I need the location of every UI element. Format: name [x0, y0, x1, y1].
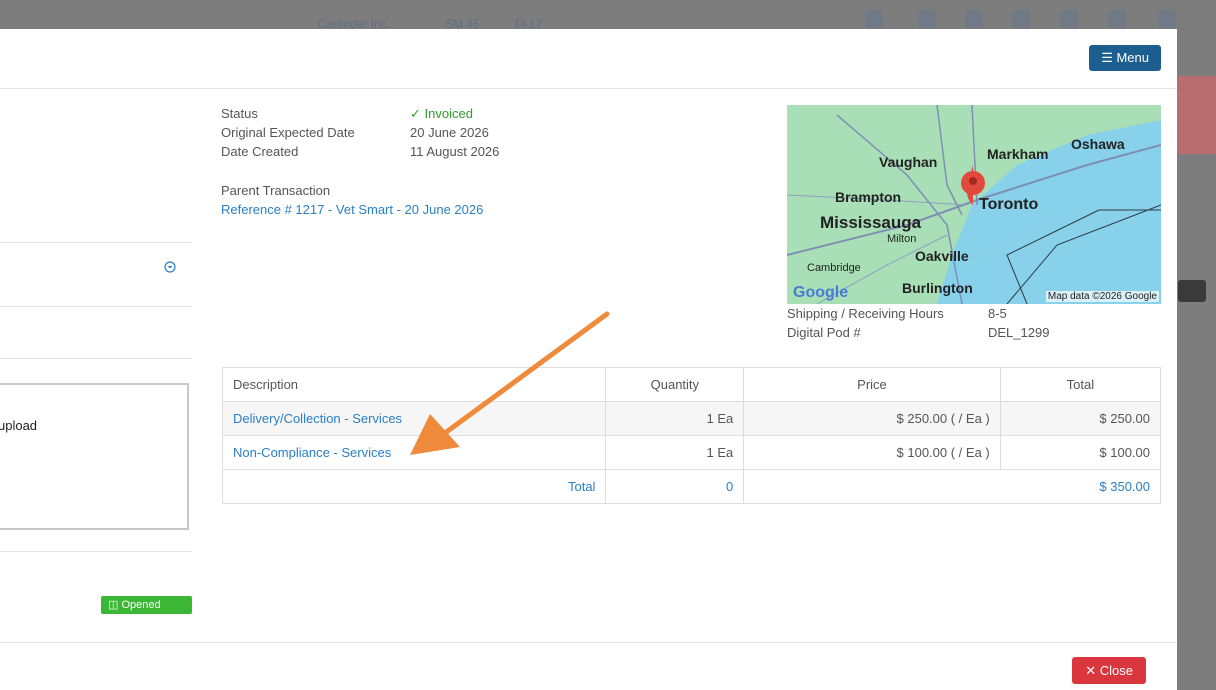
parent-transaction-link[interactable]: Reference # 1217 - Vet Smart - 20 June 2… [221, 202, 483, 217]
header-quantity: Quantity [605, 367, 745, 402]
background-search-icon [1060, 10, 1078, 28]
status-text: Invoiced [424, 106, 473, 121]
section-divider [0, 358, 192, 359]
row-price: $ 100.00 ( / Ea ) [743, 435, 1001, 470]
status-value: ✓ Invoiced [410, 106, 473, 122]
opened-badge-label: Opened [121, 599, 161, 611]
check-icon: ✓ [410, 106, 421, 121]
row-quantity: 1 Ea [605, 435, 745, 470]
map-label-oakville: Oakville [915, 248, 969, 264]
row-price: $ 250.00 ( / Ea ) [743, 401, 1001, 436]
map-label-brampton: Brampton [835, 189, 902, 205]
header-description: Description [221, 367, 607, 402]
row-description-cell: Non-Compliance - Services [221, 435, 607, 470]
table-row: Delivery/Collection - Services 1 Ea $ 25… [221, 401, 1162, 436]
footer-total-label: Total [221, 469, 607, 504]
map-label-markham: Markham [987, 146, 1049, 162]
background-globe-icon [918, 10, 936, 28]
row-total: $ 100.00 [999, 435, 1162, 470]
row-quantity: 1 Ea [605, 401, 745, 436]
section-divider [0, 551, 192, 552]
parent-transaction-label: Parent Transaction [221, 183, 331, 198]
map-label-mississauga: Mississauga [820, 213, 922, 232]
background-alert-panel [1176, 76, 1216, 154]
background-calendar-icon [965, 10, 983, 28]
header-total: Total [999, 367, 1162, 402]
opened-status-badge: ◫ Opened [101, 596, 192, 614]
map-label-milton: Milton [887, 233, 917, 245]
pod-label: Digital Pod # [787, 325, 861, 340]
menu-button-label: Menu [1116, 50, 1149, 65]
pod-value: DEL_1299 [988, 325, 1050, 340]
line-items-table: Description Quantity Price Total Deliver… [221, 367, 1162, 504]
date-created-label: Date Created [221, 144, 299, 159]
row-total: $ 250.00 [999, 401, 1162, 436]
footer-grand-total: $ 350.00 [743, 469, 1161, 504]
modal-footer-divider [0, 642, 1177, 643]
table-row: Non-Compliance - Services 1 Ea $ 100.00 … [221, 435, 1162, 470]
row-description-cell: Delivery/Collection - Services [221, 401, 607, 436]
left-panel: upload ◫ Opened [0, 89, 192, 619]
x-icon: ✕ [1085, 663, 1097, 678]
table-header-row: Description Quantity Price Total [221, 367, 1162, 402]
background-user-icon [1108, 10, 1126, 28]
transaction-modal: ☰ Menu upload ◫ Opened Status ✓ Invoiced… [0, 29, 1177, 690]
section-divider [0, 306, 192, 307]
background-tag-icon [1012, 10, 1030, 28]
expected-date-value: 20 June 2026 [410, 125, 489, 140]
hours-value: 8-5 [988, 306, 1007, 321]
section-divider [0, 242, 192, 243]
modal-header: ☰ Menu [0, 29, 1177, 89]
line-item-link[interactable]: Delivery/Collection - Services [233, 411, 402, 426]
chevron-down-circle-icon[interactable] [164, 261, 176, 273]
status-label: Status [221, 106, 258, 121]
map-label-vaughan: Vaughan [879, 154, 938, 170]
menu-button[interactable]: ☰ Menu [1089, 45, 1161, 71]
map-label-burlington: Burlington [902, 280, 973, 296]
table-footer-row: Total 0 $ 350.00 [221, 469, 1161, 504]
map-label-toronto: Toronto [979, 196, 1039, 213]
expected-date-label: Original Expected Date [221, 125, 355, 140]
line-item-link[interactable]: Non-Compliance - Services [233, 445, 391, 460]
hours-label: Shipping / Receiving Hours [787, 306, 944, 321]
footer-quantity: 0 [605, 469, 745, 504]
location-map[interactable]: Vaughan Markham Oshawa Brampton Toronto … [787, 105, 1161, 304]
google-logo: Google [793, 284, 849, 301]
background-grid-icon [1158, 10, 1176, 28]
hamburger-icon: ☰ [1101, 50, 1113, 65]
upload-text: upload [0, 418, 38, 433]
date-created-value: 11 August 2026 [410, 144, 500, 159]
background-dark-button [1178, 280, 1206, 302]
header-price: Price [743, 367, 1001, 402]
map-label-oshawa: Oshawa [1071, 136, 1125, 152]
upload-dropzone[interactable]: upload [0, 383, 189, 530]
background-home-icon [865, 10, 883, 28]
close-button[interactable]: ✕ Close [1072, 657, 1146, 684]
map-label-cambridge: Cambridge [807, 262, 861, 274]
lock-icon: ◫ [108, 599, 119, 611]
map-attribution: Map data ©2026 Google [1045, 291, 1159, 302]
close-button-label: Close [1099, 663, 1133, 678]
